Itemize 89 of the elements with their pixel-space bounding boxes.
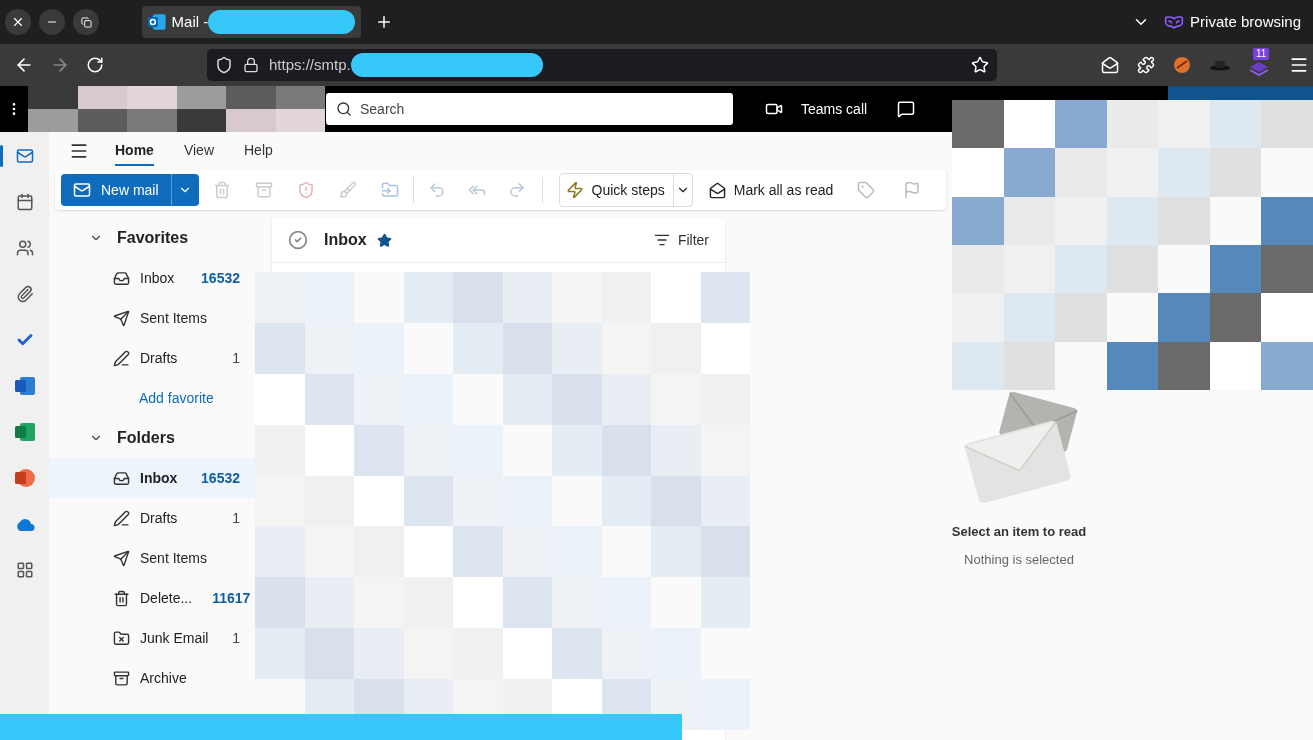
- folder-blocked-icon: [113, 629, 130, 647]
- folder-count: 16532: [201, 268, 240, 288]
- filter-button[interactable]: Filter: [653, 229, 709, 251]
- archive-icon: [113, 669, 130, 687]
- open-envelope-icon: [708, 181, 726, 199]
- chat-icon[interactable]: [897, 100, 916, 118]
- filter-icon: [653, 232, 670, 248]
- mail-icon[interactable]: [15, 147, 34, 165]
- folder-count: 16532: [201, 468, 240, 488]
- section-title[interactable]: Folders: [117, 426, 175, 450]
- send-icon: [113, 549, 130, 567]
- selected-indicator: [0, 145, 3, 167]
- close-window-button[interactable]: [5, 9, 31, 35]
- folder-name: Delete...: [140, 588, 193, 608]
- ribbon-tab[interactable]: View: [183, 136, 214, 166]
- reload-icon[interactable]: [86, 56, 104, 74]
- folder-item[interactable]: Drafts 1: [49, 498, 255, 538]
- folder-item[interactable]: Archive: [49, 658, 255, 698]
- private-browsing-label: Private browsing: [1190, 11, 1301, 32]
- close-icon: [11, 15, 25, 29]
- url-bar[interactable]: https://smtp.: [207, 49, 997, 81]
- mail-icon: [73, 181, 91, 199]
- restore-window-button[interactable]: [73, 9, 99, 35]
- ribbon-tab[interactable]: Help: [244, 136, 273, 166]
- folder-count: 1: [232, 628, 240, 648]
- lock-icon: [243, 57, 259, 73]
- new-mail-button[interactable]: New mail: [61, 174, 171, 206]
- list-title: Inbox: [324, 230, 367, 250]
- powerpoint-app-icon[interactable]: [14, 469, 35, 487]
- folder-item[interactable]: Inbox 16532: [49, 458, 255, 498]
- folder-item[interactable]: Junk Email 1: [49, 618, 255, 658]
- folder-name: Drafts: [140, 508, 178, 528]
- folder-name: Inbox: [140, 468, 178, 488]
- add-favorite-link[interactable]: Add favorite: [49, 378, 255, 418]
- menu-icon[interactable]: [69, 141, 89, 161]
- send-icon: [113, 309, 130, 327]
- trash-icon: [113, 589, 130, 607]
- outlook-logo-icon: [148, 13, 166, 31]
- new-mail-dropdown-button[interactable]: [170, 174, 199, 206]
- minimize-window-button[interactable]: [39, 9, 65, 35]
- folder-count: 1: [232, 508, 240, 528]
- search-field[interactable]: Search: [360, 98, 723, 120]
- browser-tab[interactable]: Mail -: [142, 6, 361, 38]
- ribbon-tab[interactable]: Home: [115, 136, 154, 166]
- folder-count: 1: [232, 348, 240, 368]
- folder-item[interactable]: Inbox 16532: [49, 258, 255, 298]
- extensions-icon[interactable]: [1137, 56, 1155, 74]
- word-app-icon[interactable]: [14, 377, 35, 395]
- inbox-icon: [113, 269, 130, 287]
- paperclip-icon[interactable]: [15, 285, 34, 303]
- calendar-icon[interactable]: [15, 193, 34, 211]
- folder-name: Sent Items: [140, 308, 207, 328]
- cloud-icon[interactable]: [14, 517, 35, 531]
- tab-title: Mail -: [171, 11, 209, 32]
- star-icon[interactable]: [376, 232, 392, 248]
- folder-item[interactable]: Delete... 11617: [49, 578, 255, 618]
- apps-grid-icon[interactable]: [15, 561, 34, 579]
- url-text: https://smtp.: [269, 54, 351, 75]
- search-icon: [336, 101, 352, 117]
- select-all-icon[interactable]: [288, 230, 308, 250]
- stacked-layers-icon[interactable]: [1249, 60, 1269, 76]
- bookmark-star-icon[interactable]: [971, 56, 989, 74]
- folder-item[interactable]: Sent Items: [49, 538, 255, 578]
- folder-name: Inbox: [140, 268, 175, 288]
- folder-name: Junk Email: [140, 628, 209, 648]
- new-tab-icon[interactable]: [375, 13, 393, 31]
- folder-name: Archive: [140, 668, 187, 688]
- lightning-icon: [565, 181, 584, 199]
- folder-item[interactable]: Sent Items: [49, 298, 255, 338]
- reading-pane-title: Select an item to read: [951, 523, 1087, 541]
- excel-app-icon[interactable]: [14, 423, 35, 441]
- people-icon[interactable]: [15, 239, 34, 257]
- restore-icon: [80, 16, 92, 28]
- shield-icon: [215, 56, 233, 74]
- quick-steps-button[interactable]: Quick steps: [558, 173, 693, 207]
- menu-icon[interactable]: [1289, 55, 1309, 75]
- reading-pane-subtitle: Nothing is selected: [964, 550, 1074, 569]
- pencil-icon: [113, 349, 130, 367]
- pencil-icon: [113, 509, 130, 527]
- folder-name: Drafts: [140, 348, 178, 368]
- section-title[interactable]: Favorites: [117, 226, 189, 250]
- folder-item[interactable]: Drafts 1: [49, 338, 255, 378]
- mark-all-read-button[interactable]: Mark all as read: [708, 179, 834, 201]
- inbox-icon: [113, 469, 130, 487]
- folder-count: 11617: [212, 588, 251, 608]
- search-bar[interactable]: Search: [326, 93, 733, 125]
- teams-call-label[interactable]: Teams call: [801, 98, 868, 120]
- folder-name: Sent Items: [140, 548, 207, 568]
- extension-badge: 11: [1253, 48, 1270, 60]
